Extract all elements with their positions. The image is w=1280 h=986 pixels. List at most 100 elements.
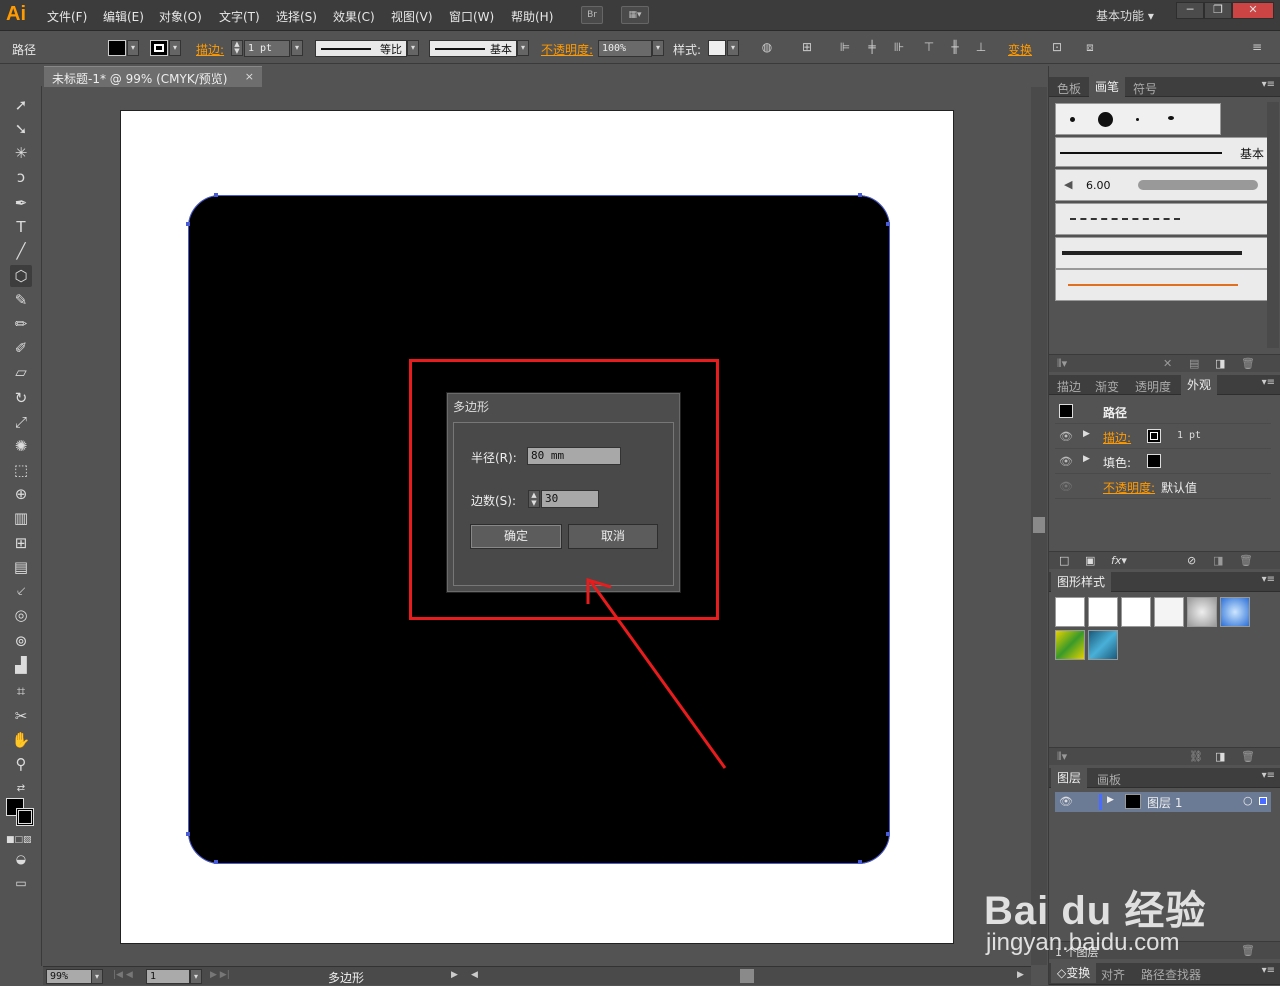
- anchor-point[interactable]: [886, 222, 890, 226]
- artboard-dropdown[interactable]: ▾: [190, 969, 202, 984]
- status-menu-icon[interactable]: ▶: [451, 970, 458, 980]
- align-left-icon[interactable]: ⊫: [838, 40, 852, 54]
- anchor-point[interactable]: [858, 860, 862, 864]
- brush-bristle-row[interactable]: ◀ 6.00: [1055, 169, 1269, 201]
- fill-color-swatch[interactable]: [1147, 454, 1161, 468]
- tab-layers[interactable]: 图层: [1051, 768, 1088, 788]
- opacity-label[interactable]: 不透明度:: [541, 41, 593, 58]
- type-tool-icon[interactable]: T: [10, 216, 32, 238]
- add-new-fill-icon[interactable]: ▣: [1085, 554, 1095, 567]
- zoom-tool-icon[interactable]: ⚲: [10, 753, 32, 775]
- visibility-eye-icon[interactable]: 👁: [1059, 455, 1073, 468]
- layer-target-icon[interactable]: ○: [1243, 794, 1253, 807]
- close-window-button[interactable]: ✕: [1232, 2, 1274, 19]
- brush-decorative-row[interactable]: [1055, 269, 1269, 301]
- transform-panel-menu-icon[interactable]: ▾≡: [1262, 965, 1275, 976]
- layer-visibility-eye-icon[interactable]: 👁: [1059, 795, 1073, 808]
- stroke-color-icon[interactable]: [16, 808, 34, 826]
- perspective-grid-tool-icon[interactable]: ▥: [10, 507, 32, 529]
- graphic-style-dropdown[interactable]: ▾: [727, 40, 739, 56]
- graphic-style-blue-glow[interactable]: [1220, 597, 1250, 627]
- vertical-scrollbar[interactable]: [1031, 87, 1047, 965]
- delete-graphic-style-icon[interactable]: 🗑: [1241, 750, 1255, 763]
- graphic-style-pattern-blue[interactable]: [1088, 630, 1118, 660]
- line-tool-icon[interactable]: ╱: [10, 240, 32, 262]
- remove-brush-stroke-icon[interactable]: ✕: [1163, 357, 1172, 370]
- stroke-swatch[interactable]: [150, 40, 168, 56]
- brushes-scrollbar[interactable]: [1267, 102, 1279, 348]
- menu-view[interactable]: 视图(V): [391, 8, 433, 25]
- expand-triangle-icon[interactable]: ▶: [1083, 454, 1090, 464]
- new-brush-icon[interactable]: ◨: [1215, 357, 1225, 370]
- bridge-button[interactable]: Br: [581, 6, 603, 24]
- close-document-icon[interactable]: ×: [245, 70, 254, 83]
- align-bottom-icon[interactable]: ⊥: [974, 40, 988, 54]
- visibility-eye-icon[interactable]: 👁: [1059, 480, 1073, 493]
- fill-swatch[interactable]: [108, 40, 126, 56]
- tab-appearance[interactable]: 外观: [1181, 375, 1218, 395]
- brushes-panel-menu-icon[interactable]: ▾≡: [1262, 79, 1275, 90]
- shape-builder-tool-icon[interactable]: ⊕: [10, 483, 32, 505]
- brush-definition[interactable]: 基本: [429, 40, 517, 57]
- direct-selection-tool-icon[interactable]: ➘: [10, 118, 32, 140]
- brush-dropdown[interactable]: ▾: [517, 40, 529, 56]
- add-effect-icon[interactable]: fx▾: [1111, 554, 1127, 567]
- graphic-style-split[interactable]: [1154, 597, 1184, 627]
- visibility-eye-icon[interactable]: 👁: [1059, 430, 1073, 443]
- brush-basic-row[interactable]: 基本: [1055, 137, 1269, 167]
- lasso-tool-icon[interactable]: ↄ: [10, 166, 32, 188]
- artboard-nav-next-icon[interactable]: ▶ ▶|: [210, 970, 230, 980]
- pen-tool-icon[interactable]: ✒: [10, 192, 32, 214]
- graphic-style-shadow[interactable]: [1187, 597, 1217, 627]
- blob-brush-tool-icon[interactable]: ✐: [10, 337, 32, 359]
- tab-swatches[interactable]: 色板: [1057, 80, 1081, 97]
- add-new-stroke-icon[interactable]: □: [1059, 554, 1069, 567]
- blend-tool-icon[interactable]: ◎: [10, 604, 32, 626]
- menu-type[interactable]: 文字(T): [219, 8, 260, 25]
- minimize-button[interactable]: ─: [1176, 2, 1204, 19]
- appearance-fill-row[interactable]: 👁 ▶ 填色:: [1055, 450, 1271, 474]
- anchor-point[interactable]: [886, 832, 890, 836]
- gradient-tool-icon[interactable]: ▤: [10, 556, 32, 578]
- stroke-weight-dropdown[interactable]: ▾: [291, 40, 303, 56]
- new-graphic-style-icon[interactable]: ◨: [1215, 750, 1225, 763]
- control-panel-menu-icon[interactable]: ≡: [1250, 40, 1264, 54]
- zoom-input[interactable]: 99%: [46, 969, 92, 984]
- tab-transform[interactable]: ◇变换: [1051, 963, 1097, 983]
- tab-align[interactable]: 对齐: [1101, 966, 1125, 983]
- pencil-tool-icon[interactable]: ✏: [10, 313, 32, 335]
- hand-tool-icon[interactable]: ✋: [10, 729, 32, 751]
- delete-layer-icon[interactable]: 🗑: [1241, 944, 1255, 957]
- graphic-style-pattern-yellow[interactable]: [1055, 630, 1085, 660]
- anchor-point[interactable]: [186, 222, 190, 226]
- break-link-icon[interactable]: ⛓: [1189, 750, 1203, 763]
- variable-width-profile[interactable]: 等比: [315, 40, 407, 57]
- opacity-input[interactable]: 100%: [598, 40, 652, 57]
- brush-charcoal-row[interactable]: [1055, 237, 1269, 269]
- graphic-style-white[interactable]: [1121, 597, 1151, 627]
- color-mode-icons[interactable]: ■□▨: [6, 835, 36, 845]
- anchor-point[interactable]: [214, 860, 218, 864]
- layer-name[interactable]: 图层 1: [1147, 794, 1182, 811]
- menu-object[interactable]: 对象(O): [159, 8, 202, 25]
- fill-dropdown[interactable]: ▾: [127, 40, 139, 56]
- align-to-icon[interactable]: ⊞: [800, 40, 814, 54]
- appearance-opacity-label[interactable]: 不透明度:: [1103, 479, 1155, 496]
- arrange-documents-icon[interactable]: ▦▾: [621, 6, 649, 24]
- warp-tool-icon[interactable]: ✺: [10, 435, 32, 457]
- brush-libraries-icon[interactable]: ⫴▾: [1057, 357, 1067, 371]
- graphic-style-libraries-icon[interactable]: ⫴▾: [1057, 750, 1067, 764]
- stroke-label[interactable]: 描边:: [196, 41, 224, 58]
- tab-transparency[interactable]: 透明度: [1135, 378, 1171, 395]
- scroll-right-icon[interactable]: ▶: [1017, 970, 1024, 980]
- profile-dropdown[interactable]: ▾: [407, 40, 419, 56]
- menu-select[interactable]: 选择(S): [276, 8, 317, 25]
- brush-dot-large[interactable]: [1098, 112, 1113, 127]
- restore-button[interactable]: ❐: [1204, 2, 1232, 19]
- clear-appearance-icon[interactable]: ⊘: [1187, 554, 1196, 567]
- magic-wand-tool-icon[interactable]: ✳: [10, 142, 32, 164]
- symbol-sprayer-tool-icon[interactable]: ⊚: [10, 630, 32, 652]
- menu-window[interactable]: 窗口(W): [449, 8, 494, 25]
- graphic-style-swatch[interactable]: [708, 40, 726, 56]
- anchor-point[interactable]: [186, 832, 190, 836]
